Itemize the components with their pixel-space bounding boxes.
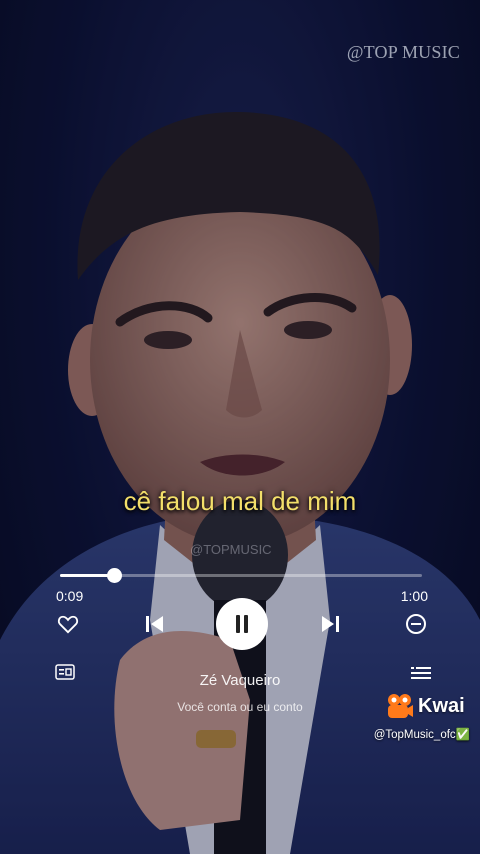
channel-handle: @TopMusic_ofc✅ [373, 729, 470, 741]
progress-fill [60, 574, 115, 577]
play-pause-button[interactable] [216, 598, 268, 650]
kwai-icon [388, 694, 413, 718]
kwai-wordmark: Kwai [418, 694, 465, 717]
total-time: 1:00 [400, 588, 428, 604]
singer-portrait [0, 0, 480, 854]
pause-icon [236, 615, 248, 633]
heart-icon[interactable] [56, 612, 80, 636]
lyric-line: cê falou mal de mim [123, 486, 357, 516]
kwai-logo: Kwai [386, 693, 465, 719]
artist-name: Zé Vaqueiro [199, 672, 281, 689]
minus-circle-icon[interactable] [404, 612, 428, 636]
progress-bar[interactable] [60, 568, 422, 583]
video-frame: @TOP MUSIC @TOPMUSIC cê falou mal de mim… [0, 0, 480, 854]
current-time: 0:09 [56, 588, 84, 604]
center-watermark: @TOPMUSIC [190, 542, 272, 557]
skip-previous-icon[interactable] [143, 612, 167, 636]
skip-next-icon[interactable] [318, 612, 342, 636]
top-music-watermark: @TOP MUSIC [346, 42, 460, 62]
